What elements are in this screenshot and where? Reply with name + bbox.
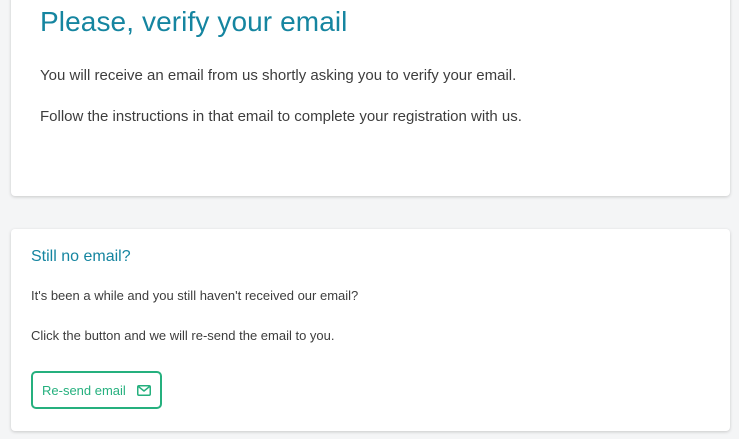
- resend-instruction-text: Click the button and we will re-send the…: [31, 328, 335, 343]
- verify-instructions-text: Follow the instructions in that email to…: [40, 108, 522, 125]
- resend-title: Still no email?: [31, 248, 131, 265]
- resend-email-button[interactable]: Re-send email: [31, 371, 162, 409]
- verify-email-card: Please, verify your email You will recei…: [11, 0, 730, 196]
- resend-question-text: It's been a while and you still haven't …: [31, 288, 359, 303]
- resend-email-card: Still no email? It's been a while and yo…: [11, 229, 730, 431]
- envelope-icon: [136, 384, 151, 396]
- page-title: Please, verify your email: [40, 6, 348, 37]
- resend-email-button-label: Re-send email: [42, 382, 126, 398]
- verify-info-text: You will receive an email from us shortl…: [40, 67, 517, 84]
